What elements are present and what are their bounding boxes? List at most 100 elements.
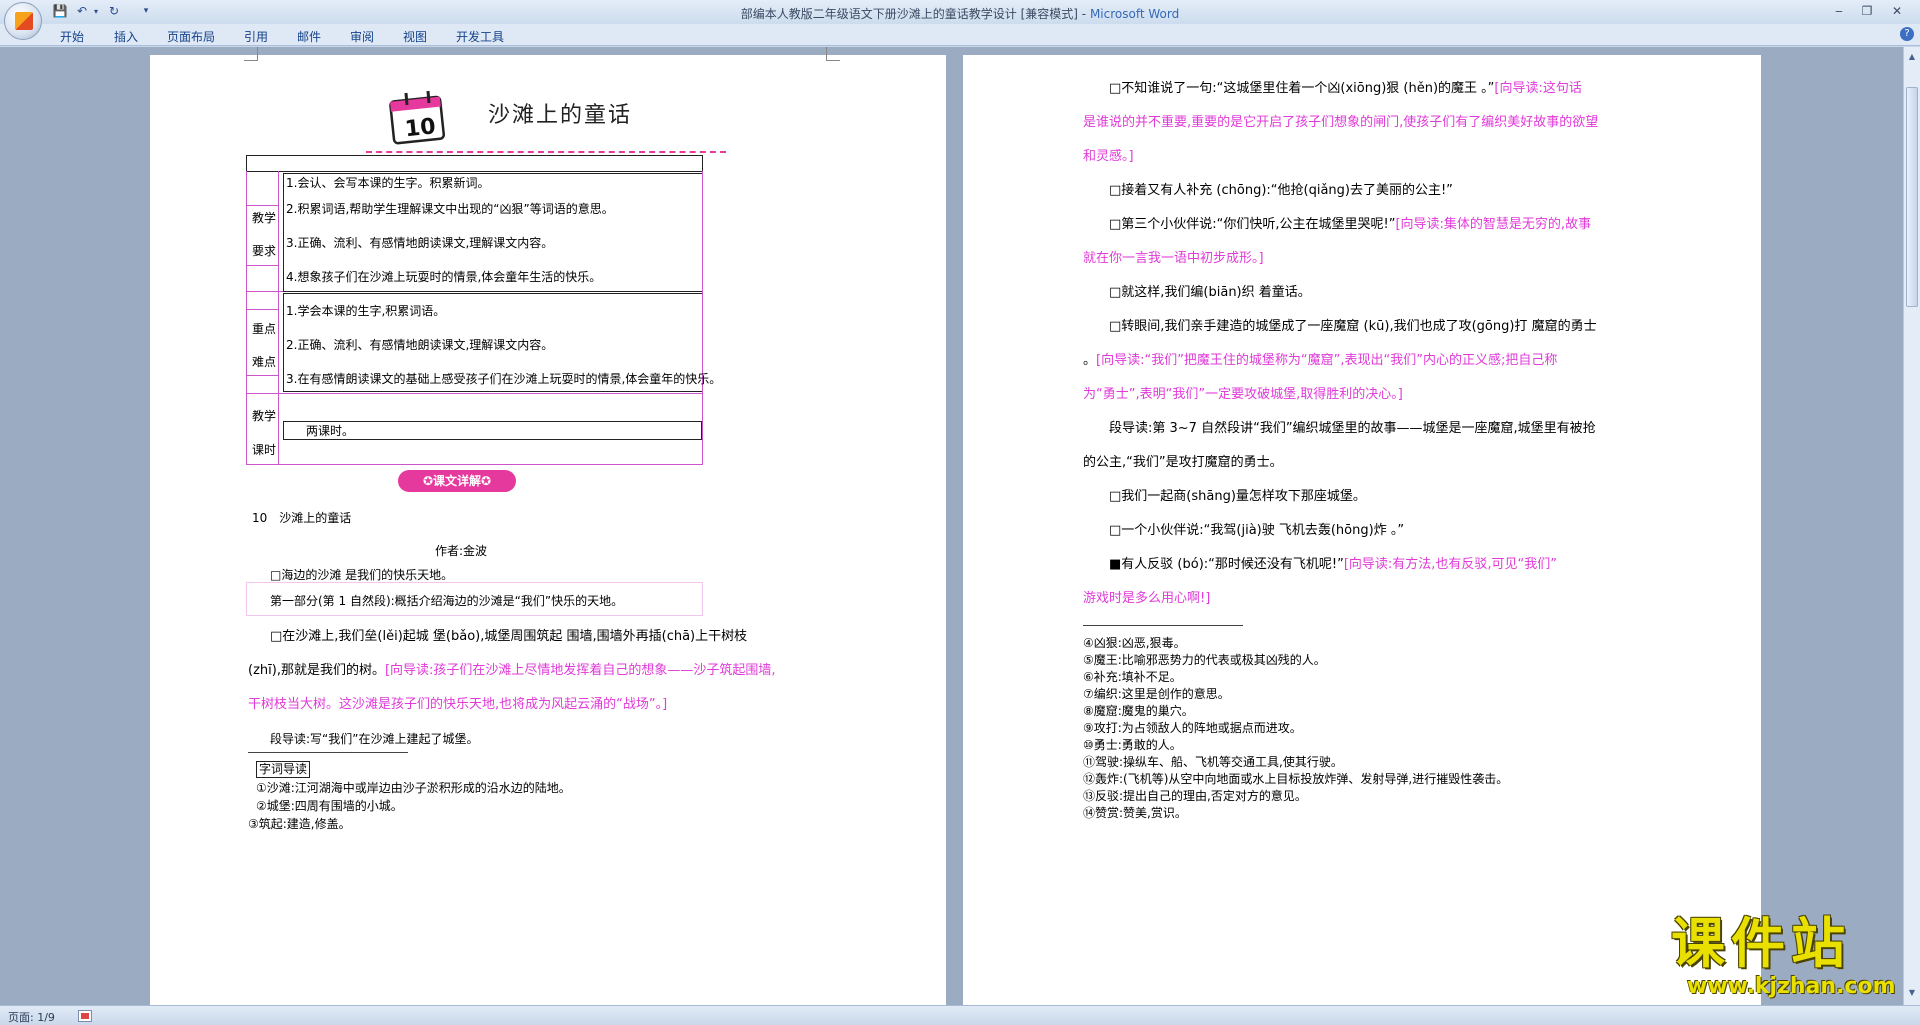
table-border bbox=[246, 265, 278, 266]
office-logo-icon bbox=[15, 12, 33, 30]
table-border bbox=[278, 171, 279, 465]
footnote-separator bbox=[1083, 625, 1243, 626]
page-indicator[interactable]: 页面: 1/9 bbox=[8, 1009, 55, 1025]
table-cell: 1.学会本课的生字,积累词语。 bbox=[286, 304, 446, 318]
paragraph: □海边的沙滩 是我们的快乐天地。 bbox=[270, 568, 454, 582]
table-cell: 3.在有感情朗读课文的基础上感受孩子们在沙滩上玩耍时的情景,体会童年的快乐。 bbox=[286, 372, 722, 386]
paragraph: □就这样,我们编(biān)织 着童话。 bbox=[1109, 285, 1311, 300]
site-watermark: 课件站 www.kjzhan.com bbox=[1663, 912, 1920, 1016]
scroll-up-icon[interactable]: ▲ bbox=[1906, 51, 1918, 63]
paragraph: □转眼间,我们亲手建造的城堡成了一座魔窟 (kū),我们也成了攻(gōng)打 … bbox=[1109, 319, 1597, 334]
footnote: ⑥补充:填补不足。 bbox=[1083, 670, 1182, 684]
footnote: ⑨攻打:为占领敌人的阵地或据点而进攻。 bbox=[1083, 721, 1302, 735]
lesson-title: 沙滩上的童话 bbox=[488, 103, 633, 128]
table-border bbox=[283, 293, 284, 391]
table-cell: 两课时。 bbox=[306, 424, 355, 438]
watermark-url: www.kjzhan.com bbox=[1687, 974, 1896, 999]
author: 作者:金波 bbox=[435, 544, 488, 558]
guide-note: 游戏时是多么用心啊!] bbox=[1083, 591, 1211, 606]
paragraph: □一个小伙伴说:“我驾(jià)驶 飞机去轰(hōng)炸 。” bbox=[1109, 523, 1405, 538]
tab-home[interactable]: 开始 bbox=[60, 28, 84, 45]
table-border bbox=[283, 173, 284, 291]
table-cell: 2.积累词语,帮助学生理解课文中出现的“凶狠”等词语的意思。 bbox=[286, 202, 614, 216]
ribbon-tabs: 开始 插入 页面布局 引用 邮件 审阅 视图 开发工具 bbox=[0, 24, 1920, 46]
guide-note: 是谁说的并不重要,重要的是它开启了孩子们想象的闸门,使孩子们有了编织美好故事的欲… bbox=[1083, 115, 1599, 130]
footnote: ⑫轰炸:(飞机等)从空中向地面或水上目标投放炸弹、发射导弹,进行摧毁性袭击。 bbox=[1083, 772, 1509, 786]
restore-button[interactable]: ❐ bbox=[1856, 2, 1878, 20]
table-label: 难点 bbox=[252, 355, 277, 369]
paragraph: 段导读:写“我们”在沙滩上建起了城堡。 bbox=[270, 732, 479, 746]
minimize-button[interactable]: ‒ bbox=[1828, 2, 1850, 20]
table-border bbox=[283, 173, 702, 174]
tab-mailings[interactable]: 邮件 bbox=[297, 28, 321, 45]
guide-note: 干树枝当大树。这沙滩是孩子们的快乐天地,也将成为风起云涌的“战场”。] bbox=[248, 697, 668, 712]
page-corner bbox=[244, 47, 258, 61]
proofing-icon[interactable] bbox=[78, 1010, 92, 1022]
footnote: ⑤魔王:比喻邪恶势力的代表或极其凶残的人。 bbox=[1083, 653, 1326, 667]
scrollbar-thumb[interactable] bbox=[1906, 87, 1918, 307]
footnote: ⑧魔窟:魔鬼的巢穴。 bbox=[1083, 704, 1194, 718]
table-label: 要求 bbox=[252, 244, 277, 258]
vertical-scrollbar[interactable]: ▲ ▼ bbox=[1903, 47, 1920, 1005]
paragraph: □不知谁说了一句:“这城堡里住着一个凶(xiōng)狠 (hěn)的魔王 。”[… bbox=[1109, 81, 1582, 96]
table-border bbox=[246, 464, 703, 465]
guide-note: 和灵感。] bbox=[1083, 149, 1134, 164]
tab-page-layout[interactable]: 页面布局 bbox=[167, 28, 215, 45]
table-border bbox=[246, 309, 278, 310]
footnote: ④凶狠:凶恶,狠毒。 bbox=[1083, 636, 1186, 650]
table-label: 课时 bbox=[252, 443, 277, 457]
paragraph: □我们一起商(shāng)量怎样攻下那座城堡。 bbox=[1109, 489, 1366, 504]
table-border bbox=[283, 421, 284, 439]
table-border bbox=[283, 293, 702, 294]
table-border bbox=[246, 393, 703, 394]
lesson-heading: 10 沙滩上的童话 bbox=[252, 511, 352, 525]
status-bar: 页面: 1/9 bbox=[0, 1005, 1920, 1025]
guide-note: 为“勇士”,表明“我们”一定要攻破城堡,取得胜利的决心。] bbox=[1083, 387, 1403, 402]
page-corner bbox=[826, 47, 840, 61]
page-left: 10 沙滩上的童话 教学 要求 1.会认、会写本课的生字。积累新词。 2.积累词… bbox=[150, 47, 946, 1005]
footnote: ②城堡:四周有围墙的小城。 bbox=[256, 799, 403, 813]
tab-developer[interactable]: 开发工具 bbox=[456, 28, 504, 45]
tab-insert[interactable]: 插入 bbox=[114, 28, 138, 45]
table-border bbox=[246, 375, 278, 376]
table-border bbox=[246, 205, 278, 206]
footnote: ③筑起:建造,修盖。 bbox=[248, 817, 351, 831]
table-cell: 4.想象孩子们在沙滩上玩耍时的情景,体会童年生活的快乐。 bbox=[286, 270, 602, 284]
lesson-number: 10 bbox=[404, 114, 437, 142]
table-label: 教学 bbox=[252, 409, 277, 423]
watermark-title: 课件站 bbox=[1671, 912, 1851, 975]
table-border bbox=[283, 391, 702, 392]
section-badge: ✪课文详解✪ bbox=[398, 470, 516, 492]
table-border bbox=[702, 171, 703, 465]
footnote: ①沙滩:江河湖海中或岸边由沙子淤积形成的沿水边的陆地。 bbox=[256, 781, 571, 795]
paragraph: ■有人反驳 (bó):“那时候还没有飞机呢!”[向导读:有方法,也有反驳,可见“… bbox=[1109, 557, 1558, 572]
paragraph: (zhī),那就是我们的树。[向导读:孩子们在沙滩上尽情地发挥着自己的想象——沙… bbox=[248, 663, 776, 678]
table-border bbox=[701, 421, 702, 439]
table-border bbox=[283, 421, 702, 422]
tab-review[interactable]: 审阅 bbox=[350, 28, 374, 45]
table-label: 教学 bbox=[252, 211, 277, 225]
calendar-icon: 10 bbox=[389, 90, 446, 145]
help-icon[interactable]: ? bbox=[1900, 27, 1914, 41]
table-label: 重点 bbox=[252, 322, 277, 336]
tab-references[interactable]: 引用 bbox=[244, 28, 268, 45]
table-border bbox=[283, 439, 702, 440]
title-underline bbox=[366, 151, 726, 153]
footnote: ⑬反驳:提出自己的理由,否定对方的意见。 bbox=[1083, 789, 1307, 803]
summary-text: 第一部分(第 1 自然段):概括介绍海边的沙滩是“我们”快乐的天地。 bbox=[270, 594, 624, 608]
paragraph: □在沙滩上,我们垒(lěi)起城 堡(bǎo),城堡周围筑起 围墙,围墙外再插(… bbox=[270, 629, 748, 644]
table-cell: 2.正确、流利、有感情地朗读课文,理解课文内容。 bbox=[286, 338, 554, 352]
footnote: ⑪驾驶:操纵车、船、飞机等交通工具,使其行驶。 bbox=[1083, 755, 1343, 769]
tab-view[interactable]: 视图 bbox=[403, 28, 427, 45]
table-border bbox=[702, 155, 703, 171]
paragraph: 的公主,“我们”是攻打魔窟的勇士。 bbox=[1083, 455, 1283, 470]
footnote: ⑭赞赏:赞美,赏识。 bbox=[1083, 806, 1187, 820]
paragraph: □接着又有人补充 (chōng):“他抢(qiǎng)去了美丽的公主!” bbox=[1109, 183, 1453, 198]
footnote-separator bbox=[248, 752, 408, 753]
close-button[interactable]: ✕ bbox=[1886, 2, 1908, 20]
paragraph: 段导读:第 3~7 自然段讲“我们”编织城堡里的故事——城堡是一座魔窟,城堡里有… bbox=[1109, 421, 1596, 436]
window-title: 部编本人教版二年级语文下册沙滩上的童话教学设计 [兼容模式] - Microso… bbox=[740, 7, 1180, 21]
footnote: ⑦编织:这里是创作的意思。 bbox=[1083, 687, 1230, 701]
guide-note: 就在你一言我一语中初步成形。] bbox=[1083, 251, 1264, 266]
office-button[interactable] bbox=[4, 2, 42, 40]
